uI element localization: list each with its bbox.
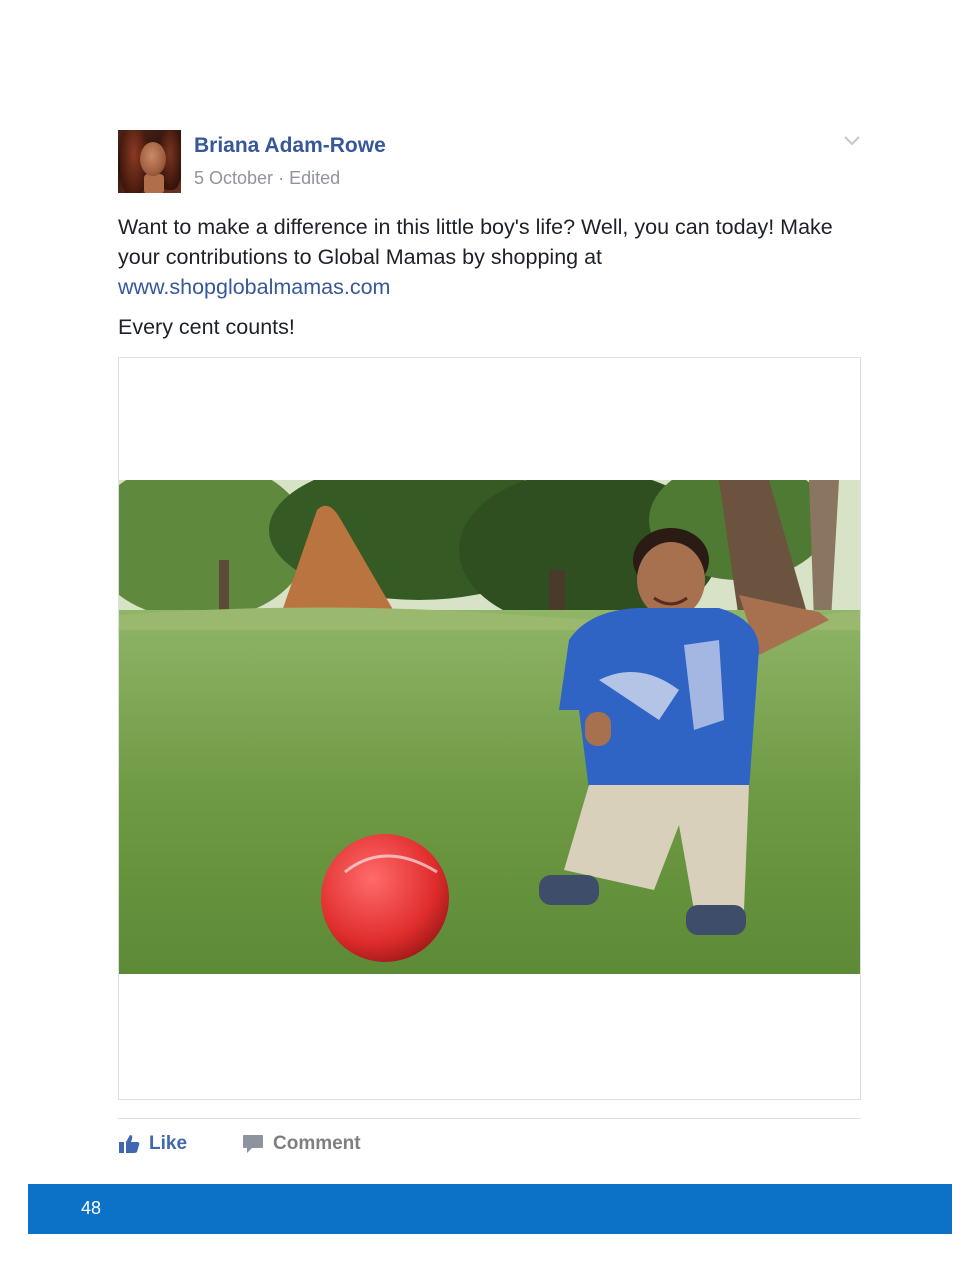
author-name[interactable]: Briana Adam-Rowe [194,134,386,158]
post-text-line1: Want to make a difference in this little… [118,215,833,269]
page-footer: 48 [28,1184,952,1234]
like-button[interactable]: Like [118,1130,187,1158]
comment-icon [243,1135,263,1153]
comment-button[interactable]: Comment [242,1130,361,1158]
thumbs-up-icon [119,1135,140,1153]
post-link[interactable]: www.shopglobalmamas.com [118,275,390,299]
post-meta: 5 October · Edited [194,168,340,189]
edited-label[interactable]: Edited [289,168,340,188]
actions-divider [118,1118,861,1119]
page-number: 48 [81,1198,102,1218]
post-media[interactable] [118,357,861,1100]
post-paragraph-2: Every cent counts! [118,315,295,339]
comment-label: Comment [273,1133,361,1154]
meta-separator: · [278,168,285,188]
post-date[interactable]: 5 October [194,168,273,188]
post-paragraph: Want to make a difference in this little… [118,212,861,302]
avatar[interactable] [118,130,181,193]
post-photo[interactable] [119,480,860,974]
like-label: Like [149,1133,188,1154]
post-text: Want to make a difference in this little… [118,212,861,352]
chevron-down-icon[interactable] [842,132,862,150]
post-actions: Like Comment [118,1130,861,1158]
